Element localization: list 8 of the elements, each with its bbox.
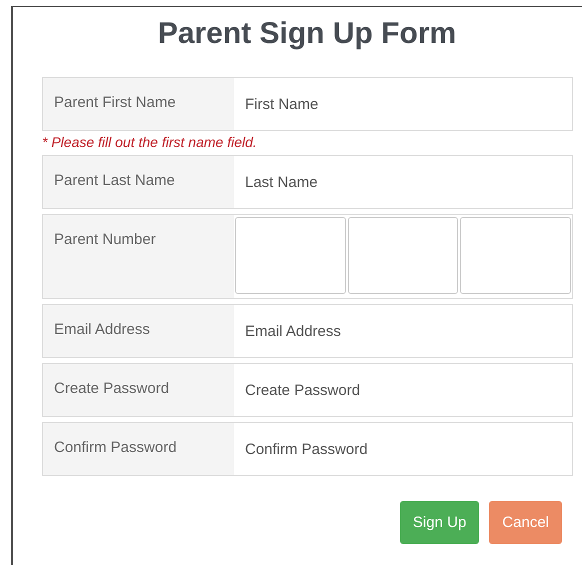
phone-number-field[interactable] <box>460 217 572 294</box>
sign-up-button[interactable]: Sign Up <box>400 501 480 544</box>
error-message: * Please fill out the first name field. <box>42 134 258 150</box>
phone-number-field[interactable] <box>235 217 346 294</box>
cancel-button[interactable]: Cancel <box>489 501 562 544</box>
phone-number-field[interactable] <box>348 217 458 294</box>
form-title: Parent Sign Up Form <box>156 17 458 52</box>
field-label: Parent Number <box>42 214 234 299</box>
